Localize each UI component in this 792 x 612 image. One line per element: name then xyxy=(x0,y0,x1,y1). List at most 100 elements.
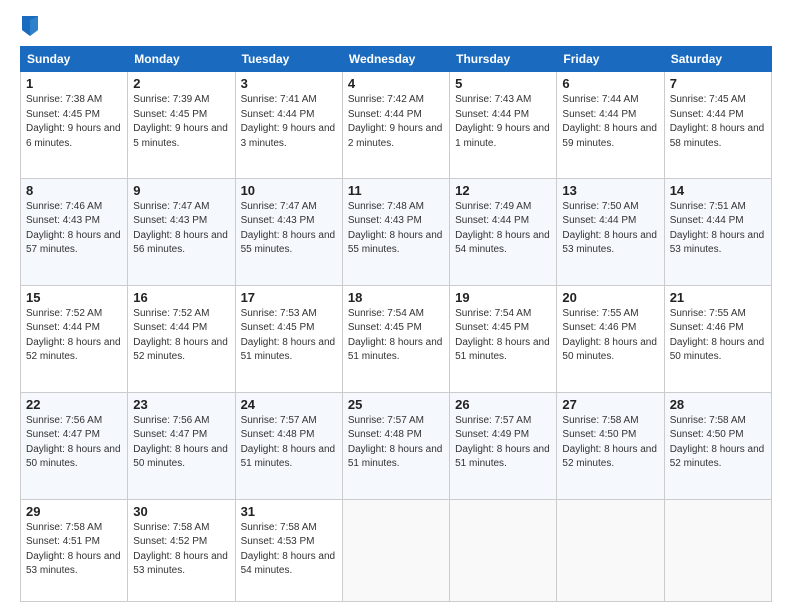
day-info: Sunrise: 7:55 AMSunset: 4:46 PMDaylight:… xyxy=(562,307,658,365)
day-info: Sunrise: 7:58 AMSunset: 4:50 PMDaylight:… xyxy=(562,414,658,472)
day-number: 22 xyxy=(26,397,122,412)
day-info: Sunrise: 7:52 AMSunset: 4:44 PMDaylight:… xyxy=(26,307,122,365)
calendar-day-cell: 2Sunrise: 7:39 AMSunset: 4:45 PMDaylight… xyxy=(128,72,235,179)
day-info: Sunrise: 7:56 AMSunset: 4:47 PMDaylight:… xyxy=(26,414,122,472)
calendar-day-cell: 20 Sunrise: 7:55 AMSunset: 4:46 PMDayligh… xyxy=(557,285,664,392)
calendar-day-cell: 10 Sunrise: 7:47 AMSunset: 4:43 PMDayligh… xyxy=(235,178,342,285)
day-number: 24 xyxy=(241,397,337,412)
calendar-week-row: 15Sunrise: 7:52 AMSunset: 4:44 PMDayligh… xyxy=(21,285,772,392)
day-info: Sunrise: 7:47 AMSunset: 4:43 PMDaylight:… xyxy=(133,200,229,258)
calendar-day-cell: 1 Sunrise: 7:38 AMSunset: 4:45 PMDaylight… xyxy=(21,72,128,179)
day-info: Sunrise: 7:45 AMSunset: 4:44 PMDaylight:… xyxy=(670,93,766,151)
logo-icon xyxy=(22,16,38,36)
day-number: 9 xyxy=(133,183,229,198)
calendar-day-cell: 11 Sunrise: 7:48 AMSunset: 4:43 PMDayligh… xyxy=(342,178,449,285)
day-number: 5 xyxy=(455,76,551,91)
calendar-day-cell: 25 Sunrise: 7:57 AMSunset: 4:48 PMDayligh… xyxy=(342,392,449,499)
calendar-day-cell: 31 Sunrise: 7:58 AMSunset: 4:53 PMDayligh… xyxy=(235,499,342,601)
calendar-day-cell: 16 Sunrise: 7:52 AMSunset: 4:44 PMDayligh… xyxy=(128,285,235,392)
calendar-week-row: 29Sunrise: 7:58 AMSunset: 4:51 PMDayligh… xyxy=(21,499,772,601)
logo xyxy=(20,16,38,36)
day-info: Sunrise: 7:56 AMSunset: 4:47 PMDaylight:… xyxy=(133,414,229,472)
day-info: Sunrise: 7:44 AMSunset: 4:44 PMDaylight:… xyxy=(562,93,658,151)
day-info: Sunrise: 7:48 AMSunset: 4:43 PMDaylight:… xyxy=(348,200,444,258)
day-number: 25 xyxy=(348,397,444,412)
day-number: 3 xyxy=(241,76,337,91)
calendar-day-cell: 21Sunrise: 7:55 AMSunset: 4:46 PMDayligh… xyxy=(664,285,771,392)
day-info: Sunrise: 7:57 AMSunset: 4:49 PMDaylight:… xyxy=(455,414,551,472)
day-number: 11 xyxy=(348,183,444,198)
day-info: Sunrise: 7:49 AMSunset: 4:44 PMDaylight:… xyxy=(455,200,551,258)
day-info: Sunrise: 7:58 AMSunset: 4:52 PMDaylight:… xyxy=(133,521,229,579)
calendar-day-cell: 30 Sunrise: 7:58 AMSunset: 4:52 PMDayligh… xyxy=(128,499,235,601)
day-number: 16 xyxy=(133,290,229,305)
calendar-day-cell: 19 Sunrise: 7:54 AMSunset: 4:45 PMDayligh… xyxy=(450,285,557,392)
empty-cell xyxy=(450,499,557,601)
calendar-day-cell: 13 Sunrise: 7:50 AMSunset: 4:44 PMDayligh… xyxy=(557,178,664,285)
day-header-wednesday: Wednesday xyxy=(342,47,449,72)
day-info: Sunrise: 7:58 AMSunset: 4:53 PMDaylight:… xyxy=(241,521,337,579)
day-number: 29 xyxy=(26,504,122,519)
day-number: 7 xyxy=(670,76,766,91)
day-info: Sunrise: 7:54 AMSunset: 4:45 PMDaylight:… xyxy=(455,307,551,365)
calendar-day-cell: 4Sunrise: 7:42 AMSunset: 4:44 PMDaylight… xyxy=(342,72,449,179)
day-header-sunday: Sunday xyxy=(21,47,128,72)
empty-cell xyxy=(342,499,449,601)
day-info: Sunrise: 7:38 AMSunset: 4:45 PMDaylight:… xyxy=(26,93,122,151)
calendar-day-cell: 8Sunrise: 7:46 AMSunset: 4:43 PMDaylight… xyxy=(21,178,128,285)
calendar-day-cell: 15Sunrise: 7:52 AMSunset: 4:44 PMDayligh… xyxy=(21,285,128,392)
calendar-day-cell: 5 Sunrise: 7:43 AMSunset: 4:44 PMDaylight… xyxy=(450,72,557,179)
day-info: Sunrise: 7:57 AMSunset: 4:48 PMDaylight:… xyxy=(241,414,337,472)
day-header-friday: Friday xyxy=(557,47,664,72)
day-header-monday: Monday xyxy=(128,47,235,72)
day-info: Sunrise: 7:57 AMSunset: 4:48 PMDaylight:… xyxy=(348,414,444,472)
day-number: 18 xyxy=(348,290,444,305)
day-header-tuesday: Tuesday xyxy=(235,47,342,72)
day-number: 30 xyxy=(133,504,229,519)
calendar-day-cell: 26 Sunrise: 7:57 AMSunset: 4:49 PMDayligh… xyxy=(450,392,557,499)
day-number: 27 xyxy=(562,397,658,412)
day-number: 14 xyxy=(670,183,766,198)
calendar-day-cell: 3 Sunrise: 7:41 AMSunset: 4:44 PMDaylight… xyxy=(235,72,342,179)
calendar-day-cell: 23 Sunrise: 7:56 AMSunset: 4:47 PMDayligh… xyxy=(128,392,235,499)
day-number: 13 xyxy=(562,183,658,198)
day-number: 12 xyxy=(455,183,551,198)
day-number: 10 xyxy=(241,183,337,198)
header xyxy=(20,16,772,36)
day-number: 6 xyxy=(562,76,658,91)
calendar-week-row: 22 Sunrise: 7:56 AMSunset: 4:47 PMDayligh… xyxy=(21,392,772,499)
day-info: Sunrise: 7:50 AMSunset: 4:44 PMDaylight:… xyxy=(562,200,658,258)
calendar-day-cell: 7 Sunrise: 7:45 AMSunset: 4:44 PMDaylight… xyxy=(664,72,771,179)
calendar-day-cell: 14Sunrise: 7:51 AMSunset: 4:44 PMDayligh… xyxy=(664,178,771,285)
calendar-day-cell: 29Sunrise: 7:58 AMSunset: 4:51 PMDayligh… xyxy=(21,499,128,601)
day-header-saturday: Saturday xyxy=(664,47,771,72)
day-number: 8 xyxy=(26,183,122,198)
day-number: 23 xyxy=(133,397,229,412)
calendar-week-row: 1 Sunrise: 7:38 AMSunset: 4:45 PMDaylight… xyxy=(21,72,772,179)
day-info: Sunrise: 7:58 AMSunset: 4:50 PMDaylight:… xyxy=(670,414,766,472)
day-number: 17 xyxy=(241,290,337,305)
empty-cell xyxy=(664,499,771,601)
day-number: 20 xyxy=(562,290,658,305)
calendar-day-cell: 27 Sunrise: 7:58 AMSunset: 4:50 PMDayligh… xyxy=(557,392,664,499)
day-info: Sunrise: 7:41 AMSunset: 4:44 PMDaylight:… xyxy=(241,93,337,151)
calendar-day-cell: 17Sunrise: 7:53 AMSunset: 4:45 PMDayligh… xyxy=(235,285,342,392)
page: SundayMondayTuesdayWednesdayThursdayFrid… xyxy=(0,0,792,612)
calendar-day-cell: 9 Sunrise: 7:47 AMSunset: 4:43 PMDaylight… xyxy=(128,178,235,285)
day-info: Sunrise: 7:47 AMSunset: 4:43 PMDaylight:… xyxy=(241,200,337,258)
day-header-thursday: Thursday xyxy=(450,47,557,72)
day-number: 26 xyxy=(455,397,551,412)
calendar-week-row: 8Sunrise: 7:46 AMSunset: 4:43 PMDaylight… xyxy=(21,178,772,285)
calendar-day-cell: 12 Sunrise: 7:49 AMSunset: 4:44 PMDayligh… xyxy=(450,178,557,285)
day-number: 1 xyxy=(26,76,122,91)
day-number: 31 xyxy=(241,504,337,519)
day-info: Sunrise: 7:39 AMSunset: 4:45 PMDaylight:… xyxy=(133,93,229,151)
day-info: Sunrise: 7:54 AMSunset: 4:45 PMDaylight:… xyxy=(348,307,444,365)
day-number: 19 xyxy=(455,290,551,305)
calendar-day-cell: 24 Sunrise: 7:57 AMSunset: 4:48 PMDayligh… xyxy=(235,392,342,499)
day-info: Sunrise: 7:52 AMSunset: 4:44 PMDaylight:… xyxy=(133,307,229,365)
day-info: Sunrise: 7:43 AMSunset: 4:44 PMDaylight:… xyxy=(455,93,551,151)
day-number: 28 xyxy=(670,397,766,412)
calendar-day-cell: 18 Sunrise: 7:54 AMSunset: 4:45 PMDayligh… xyxy=(342,285,449,392)
calendar-header-row: SundayMondayTuesdayWednesdayThursdayFrid… xyxy=(21,47,772,72)
